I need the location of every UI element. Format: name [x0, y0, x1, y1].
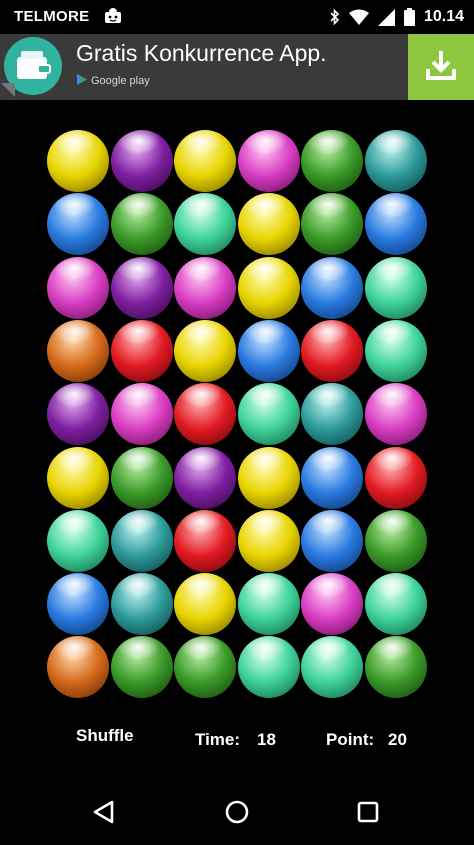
yellow-ball[interactable]	[237, 193, 300, 256]
magenta-ball[interactable]	[364, 383, 427, 446]
game-board	[0, 100, 474, 710]
navigation-bar	[0, 780, 474, 845]
teal-ball[interactable]	[110, 573, 173, 636]
blue-ball[interactable]	[301, 256, 363, 319]
yellow-ball[interactable]	[237, 446, 300, 509]
google-play-icon	[77, 74, 87, 88]
ad-store-badge[interactable]: Google play	[77, 74, 150, 88]
red-ball[interactable]	[364, 446, 427, 509]
ad-banner[interactable]: Gratis Konkurrence App. Google play	[0, 34, 474, 100]
green-ball[interactable]	[110, 193, 173, 256]
magenta-ball[interactable]	[47, 256, 109, 319]
yellow-ball[interactable]	[237, 509, 300, 572]
blue-ball[interactable]	[47, 573, 109, 636]
status-bar: TELMORE 10.14	[0, 0, 474, 34]
green-ball[interactable]	[364, 509, 427, 572]
blue-ball[interactable]	[47, 193, 109, 256]
teal-ball[interactable]	[364, 130, 427, 192]
green-ball[interactable]	[301, 193, 363, 256]
red-ball[interactable]	[174, 383, 236, 446]
magenta-ball[interactable]	[301, 573, 363, 636]
red-ball[interactable]	[301, 319, 363, 382]
yellow-ball[interactable]	[174, 319, 236, 382]
battery-icon	[403, 8, 415, 26]
blue-ball[interactable]	[301, 446, 363, 509]
yellow-ball[interactable]	[174, 573, 236, 636]
mint-ball[interactable]	[364, 573, 427, 636]
mint-ball[interactable]	[237, 573, 300, 636]
home-icon	[224, 799, 250, 830]
magenta-ball[interactable]	[237, 130, 300, 192]
green-ball[interactable]	[110, 446, 173, 509]
yellow-ball[interactable]	[174, 130, 236, 192]
green-ball[interactable]	[364, 636, 427, 699]
blue-ball[interactable]	[364, 193, 427, 256]
orange-ball[interactable]	[47, 319, 109, 382]
green-ball[interactable]	[174, 636, 236, 699]
download-icon	[423, 47, 459, 88]
mint-ball[interactable]	[237, 636, 300, 699]
carrier-notification-icon	[104, 8, 122, 24]
time-label: Time:	[195, 730, 241, 749]
green-ball[interactable]	[110, 636, 173, 699]
home-button[interactable]	[217, 794, 257, 834]
purple-ball[interactable]	[47, 383, 109, 446]
magenta-ball[interactable]	[174, 256, 236, 319]
red-ball[interactable]	[174, 509, 236, 572]
recents-button[interactable]	[348, 794, 388, 834]
mint-ball[interactable]	[364, 256, 427, 319]
teal-ball[interactable]	[301, 383, 363, 446]
ad-download-button[interactable]	[408, 34, 474, 100]
wifi-icon	[348, 9, 369, 25]
yellow-ball[interactable]	[47, 446, 109, 509]
mint-ball[interactable]	[364, 319, 427, 382]
mint-ball[interactable]	[237, 383, 300, 446]
shuffle-button[interactable]: Shuffle	[76, 726, 134, 746]
mint-ball[interactable]	[301, 636, 363, 699]
time-value: 18	[257, 730, 276, 749]
purple-ball[interactable]	[174, 446, 236, 509]
recents-icon	[356, 800, 380, 829]
magenta-ball[interactable]	[110, 383, 173, 446]
carrier-name: TELMORE	[14, 8, 90, 25]
back-button[interactable]	[84, 794, 124, 834]
yellow-ball[interactable]	[237, 256, 300, 319]
blue-ball[interactable]	[237, 319, 300, 382]
mint-ball[interactable]	[47, 509, 109, 572]
back-icon	[91, 799, 117, 830]
bluetooth-icon	[330, 8, 340, 26]
purple-ball[interactable]	[110, 130, 173, 192]
teal-ball[interactable]	[110, 509, 173, 572]
red-ball[interactable]	[110, 319, 173, 382]
orange-ball[interactable]	[47, 636, 109, 699]
purple-ball[interactable]	[110, 256, 173, 319]
mint-ball[interactable]	[174, 193, 236, 256]
ad-store-label: Google play	[91, 75, 150, 87]
point-label: Point:	[326, 730, 375, 749]
signal-icon	[377, 8, 395, 26]
blue-ball[interactable]	[301, 509, 363, 572]
ad-title[interactable]: Gratis Konkurrence App.	[76, 40, 327, 67]
point-value: 20	[388, 730, 407, 749]
green-ball[interactable]	[301, 130, 363, 192]
yellow-ball[interactable]	[47, 130, 109, 192]
clock: 10.14	[423, 8, 464, 25]
